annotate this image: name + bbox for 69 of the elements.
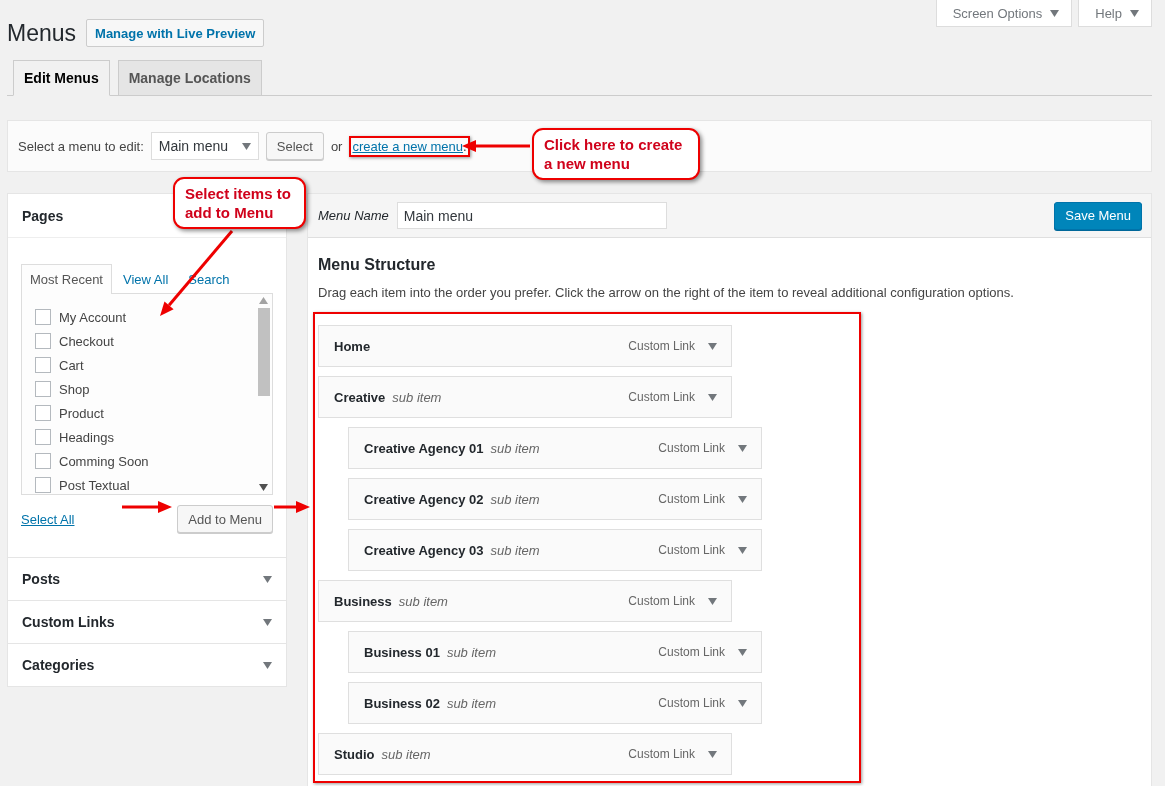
- caret-icon: [1050, 9, 1060, 17]
- add-to-menu-button[interactable]: Add to Menu: [177, 505, 273, 533]
- checkbox[interactable]: [35, 381, 51, 397]
- pointer-arrow: [122, 501, 172, 513]
- page-option: Cart: [59, 357, 84, 373]
- menu-item[interactable]: Business 01 sub item Custom Link: [348, 631, 762, 673]
- panel-tab[interactable]: View All: [114, 264, 178, 294]
- scrollbar[interactable]: [255, 294, 272, 494]
- select-all-link[interactable]: Select All: [21, 511, 75, 527]
- menu-item[interactable]: Creative sub item Custom Link: [318, 376, 732, 418]
- screen-meta-button[interactable]: Screen Options: [935, 0, 1073, 27]
- select-button[interactable]: Select: [265, 132, 324, 160]
- menu-name-field[interactable]: Main menu: [396, 202, 667, 229]
- pointer-arrow: [274, 501, 310, 513]
- caret-icon: [241, 142, 251, 150]
- save-menu-button[interactable]: Save Menu: [1054, 201, 1142, 230]
- callout-tooltip: Click here to create a new menu: [532, 128, 700, 180]
- section-heading: Menu Structure: [318, 256, 437, 274]
- page-option: Comming Soon: [59, 453, 149, 469]
- caret-icon: [1130, 9, 1139, 17]
- menu-item[interactable]: Creative Agency 02 sub item Custom Link: [348, 478, 762, 520]
- or-text: or: [330, 138, 343, 154]
- scroll-down-icon[interactable]: [259, 484, 268, 491]
- caret-icon: [263, 618, 272, 626]
- expand-caret-icon: [738, 546, 747, 554]
- checkbox[interactable]: [35, 357, 51, 373]
- expand-caret-icon: [738, 648, 747, 656]
- checkbox[interactable]: [35, 429, 51, 445]
- menu-item[interactable]: Business sub item Custom Link: [318, 580, 732, 622]
- create-menu-link[interactable]: create a new menu: [352, 138, 464, 154]
- page-option: Headings: [59, 429, 114, 445]
- nav-tab[interactable]: Edit Menus: [13, 60, 110, 96]
- page-option: Post Textual: [59, 477, 130, 493]
- scroll-up-icon[interactable]: [259, 297, 268, 304]
- expand-caret-icon: [708, 750, 717, 758]
- page-option: Product: [59, 405, 104, 421]
- page-option: Shop: [59, 381, 90, 397]
- menu-dropdown[interactable]: Main menu: [150, 132, 259, 160]
- checkbox[interactable]: [35, 333, 51, 349]
- expand-caret-icon: [738, 699, 747, 707]
- caret-icon: [263, 661, 272, 669]
- select-label: Select a menu to edit:: [18, 138, 144, 154]
- page-title: Menus: [7, 19, 77, 47]
- menu-item[interactable]: Studio sub item Custom Link: [318, 733, 732, 775]
- callout-tooltip: Select items to add to Menu: [173, 177, 306, 229]
- menu-item[interactable]: Creative Agency 01 sub item Custom Link: [348, 427, 762, 469]
- expand-caret-icon: [708, 393, 717, 401]
- checkbox[interactable]: [35, 477, 51, 493]
- caret-icon: [263, 575, 272, 583]
- period-text: .: [463, 138, 467, 154]
- checkbox[interactable]: [35, 309, 51, 325]
- page-option: My Account: [59, 309, 127, 325]
- panel-tab[interactable]: Most Recent: [21, 264, 112, 294]
- checkbox[interactable]: [35, 405, 51, 421]
- nav-tab[interactable]: Manage Locations: [117, 60, 262, 96]
- menu-name-label: Menu Name: [318, 208, 389, 223]
- menu-item[interactable]: Creative Agency 03 sub item Custom Link: [348, 529, 762, 571]
- menu-item[interactable]: Business 02 sub item Custom Link: [348, 682, 762, 724]
- page-option: Checkout: [59, 333, 114, 349]
- expand-caret-icon: [738, 444, 747, 452]
- expand-caret-icon: [708, 342, 717, 350]
- panel-tab[interactable]: Search: [179, 264, 239, 294]
- expand-caret-icon: [738, 495, 747, 503]
- instructions-text: Drag each item into the order you prefer. Click the arrow on the right of the item to reveal additional configuration options.: [318, 285, 1015, 300]
- menu-item[interactable]: Home Custom Link: [318, 325, 732, 367]
- checkbox[interactable]: [35, 453, 51, 469]
- live-preview-button[interactable]: Manage with Live Preview: [86, 19, 265, 47]
- screen-meta-button[interactable]: Help: [1078, 0, 1152, 27]
- expand-caret-icon: [708, 597, 717, 605]
